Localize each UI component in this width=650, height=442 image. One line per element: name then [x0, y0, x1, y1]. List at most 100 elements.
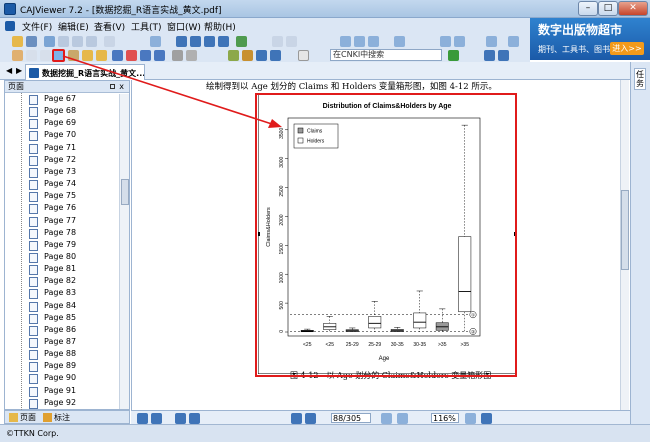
ocr-icon[interactable]: [82, 50, 93, 61]
zoom-level-input[interactable]: 116%: [431, 413, 459, 423]
undo-icon[interactable]: [104, 36, 115, 47]
task-tab[interactable]: 任务: [634, 68, 646, 90]
menu-edit[interactable]: 编辑(E): [58, 20, 89, 33]
x-tick-label: <25: [326, 342, 335, 348]
find-icon[interactable]: [486, 36, 497, 47]
previous-page-icon[interactable]: [190, 36, 201, 47]
translate-icon[interactable]: [242, 50, 253, 61]
full-screen-icon[interactable]: [508, 36, 519, 47]
panel-bottom-tabs: 页面 标注: [4, 410, 130, 424]
last-page-icon[interactable]: [218, 36, 229, 47]
document-view[interactable]: 绘制得到以 Age 划分的 Claims 和 Holders 变量箱形图，如图 …: [131, 80, 628, 410]
tab-document[interactable]: 数据挖掘_R语言实战_黄文...: [25, 64, 145, 80]
link-icon[interactable]: [256, 50, 267, 61]
copy-icon[interactable]: [72, 36, 83, 47]
first-page-icon[interactable]: [176, 36, 187, 47]
panel-scrollbar[interactable]: [119, 94, 129, 409]
fit-width-icon[interactable]: [440, 36, 451, 47]
menu-window[interactable]: 窗口(W): [167, 20, 201, 33]
single-page-icon[interactable]: [340, 36, 351, 47]
panel-close-icon[interactable]: x: [119, 81, 124, 92]
maximize-button[interactable]: □: [598, 1, 618, 16]
rectangle-icon[interactable]: [140, 50, 151, 61]
select-icon[interactable]: [150, 36, 161, 47]
view-mode-icon[interactable]: [137, 413, 148, 424]
facing-page-icon[interactable]: [368, 36, 379, 47]
next-page-icon[interactable]: [204, 36, 215, 47]
tab-annotations[interactable]: 标注: [54, 412, 70, 423]
cnki-search-input[interactable]: 在CNKI中搜索: [330, 49, 442, 61]
zoom-dropdown-button[interactable]: [481, 413, 492, 424]
page-list-label: Page 88: [44, 349, 77, 359]
cajviewer-app-icon[interactable]: [4, 3, 16, 15]
panel-scrollbar-thumb[interactable]: [121, 179, 129, 205]
menu-icon[interactable]: [5, 21, 15, 31]
zoom-in-icon[interactable]: [286, 36, 297, 47]
tab-scroll-left-icon[interactable]: ◀: [6, 66, 12, 75]
dictionary-icon[interactable]: [228, 50, 239, 61]
menu-view[interactable]: 查看(V): [94, 20, 125, 33]
zoom-fit-button[interactable]: [465, 413, 476, 424]
continuous-page-icon[interactable]: [354, 36, 365, 47]
delete-annotation-icon[interactable]: [172, 50, 183, 61]
tab-scroll-right-icon[interactable]: ▶: [16, 66, 22, 75]
box: [368, 316, 382, 329]
first-page-button[interactable]: [175, 413, 186, 424]
panel-pin-icon[interactable]: [110, 84, 115, 89]
page-icon: [29, 362, 38, 373]
minimize-button[interactable]: –: [578, 1, 598, 16]
pointer-tool-icon[interactable]: [26, 50, 37, 61]
menu-help[interactable]: 帮助(H): [204, 20, 236, 33]
x-tick-label: 25-29: [368, 342, 381, 348]
thumbnail-mode-icon[interactable]: [151, 413, 162, 424]
stamp-icon[interactable]: [186, 50, 197, 61]
page-icon: [29, 107, 38, 118]
page-setup-icon[interactable]: [298, 50, 309, 61]
fit-page-icon[interactable]: [454, 36, 465, 47]
zoom-out-icon[interactable]: [272, 36, 283, 47]
save-icon[interactable]: [26, 36, 37, 47]
ad-enter-button[interactable]: 进入>>: [610, 42, 644, 55]
next-page-button[interactable]: [291, 413, 302, 424]
page-list-label: Page 72: [44, 154, 77, 164]
page-list-label: Page 76: [44, 203, 77, 213]
note-icon[interactable]: [96, 50, 107, 61]
rotate-icon[interactable]: [394, 36, 405, 47]
snapshot-icon[interactable]: [68, 50, 79, 61]
close-button[interactable]: ✕: [618, 1, 648, 16]
digital-publication-ad[interactable]: 数字出版物超市 期刊、工具书、图书… 进入>>: [530, 18, 650, 60]
cut-icon[interactable]: [58, 36, 69, 47]
globe-icon[interactable]: [270, 50, 281, 61]
open-icon[interactable]: [12, 36, 23, 47]
back-icon[interactable]: [236, 36, 247, 47]
zoom-out-button[interactable]: [381, 413, 392, 424]
tab-label: 数据挖掘_R语言实战_黄文...: [42, 69, 145, 78]
info-icon[interactable]: [498, 50, 509, 61]
x-tick-label: 30-35: [391, 342, 404, 348]
y-tick-label: 500: [279, 301, 285, 310]
previous-page-button[interactable]: [189, 413, 200, 424]
menu-file[interactable]: 文件(F): [22, 20, 52, 33]
tree-line: [21, 93, 22, 410]
page-icon: [29, 228, 38, 239]
paste-icon[interactable]: [86, 36, 97, 47]
pen-icon[interactable]: [112, 50, 123, 61]
ellipse-icon[interactable]: [154, 50, 165, 61]
hand-tool-icon[interactable]: [12, 50, 23, 61]
search-go-icon[interactable]: [448, 50, 459, 61]
print-icon[interactable]: [44, 36, 55, 47]
document-scrollbar[interactable]: [620, 80, 629, 410]
image-select-tool-icon[interactable]: [52, 49, 65, 62]
highlight-icon[interactable]: [126, 50, 137, 61]
zoom-in-button[interactable]: [397, 413, 408, 424]
tab-pages[interactable]: 页面: [20, 412, 36, 423]
page-icon: [29, 325, 38, 336]
help-icon[interactable]: [484, 50, 495, 61]
menu-bar: 文件(F) 编辑(E) 查看(V) 工具(T) 窗口(W) 帮助(H): [0, 18, 530, 34]
text-select-tool-icon[interactable]: [40, 50, 51, 61]
last-page-button[interactable]: [305, 413, 316, 424]
page-number-input[interactable]: 88/305: [331, 413, 371, 423]
page-icon: [29, 265, 38, 276]
menu-tools[interactable]: 工具(T): [131, 20, 162, 33]
document-scrollbar-thumb[interactable]: [621, 190, 629, 270]
